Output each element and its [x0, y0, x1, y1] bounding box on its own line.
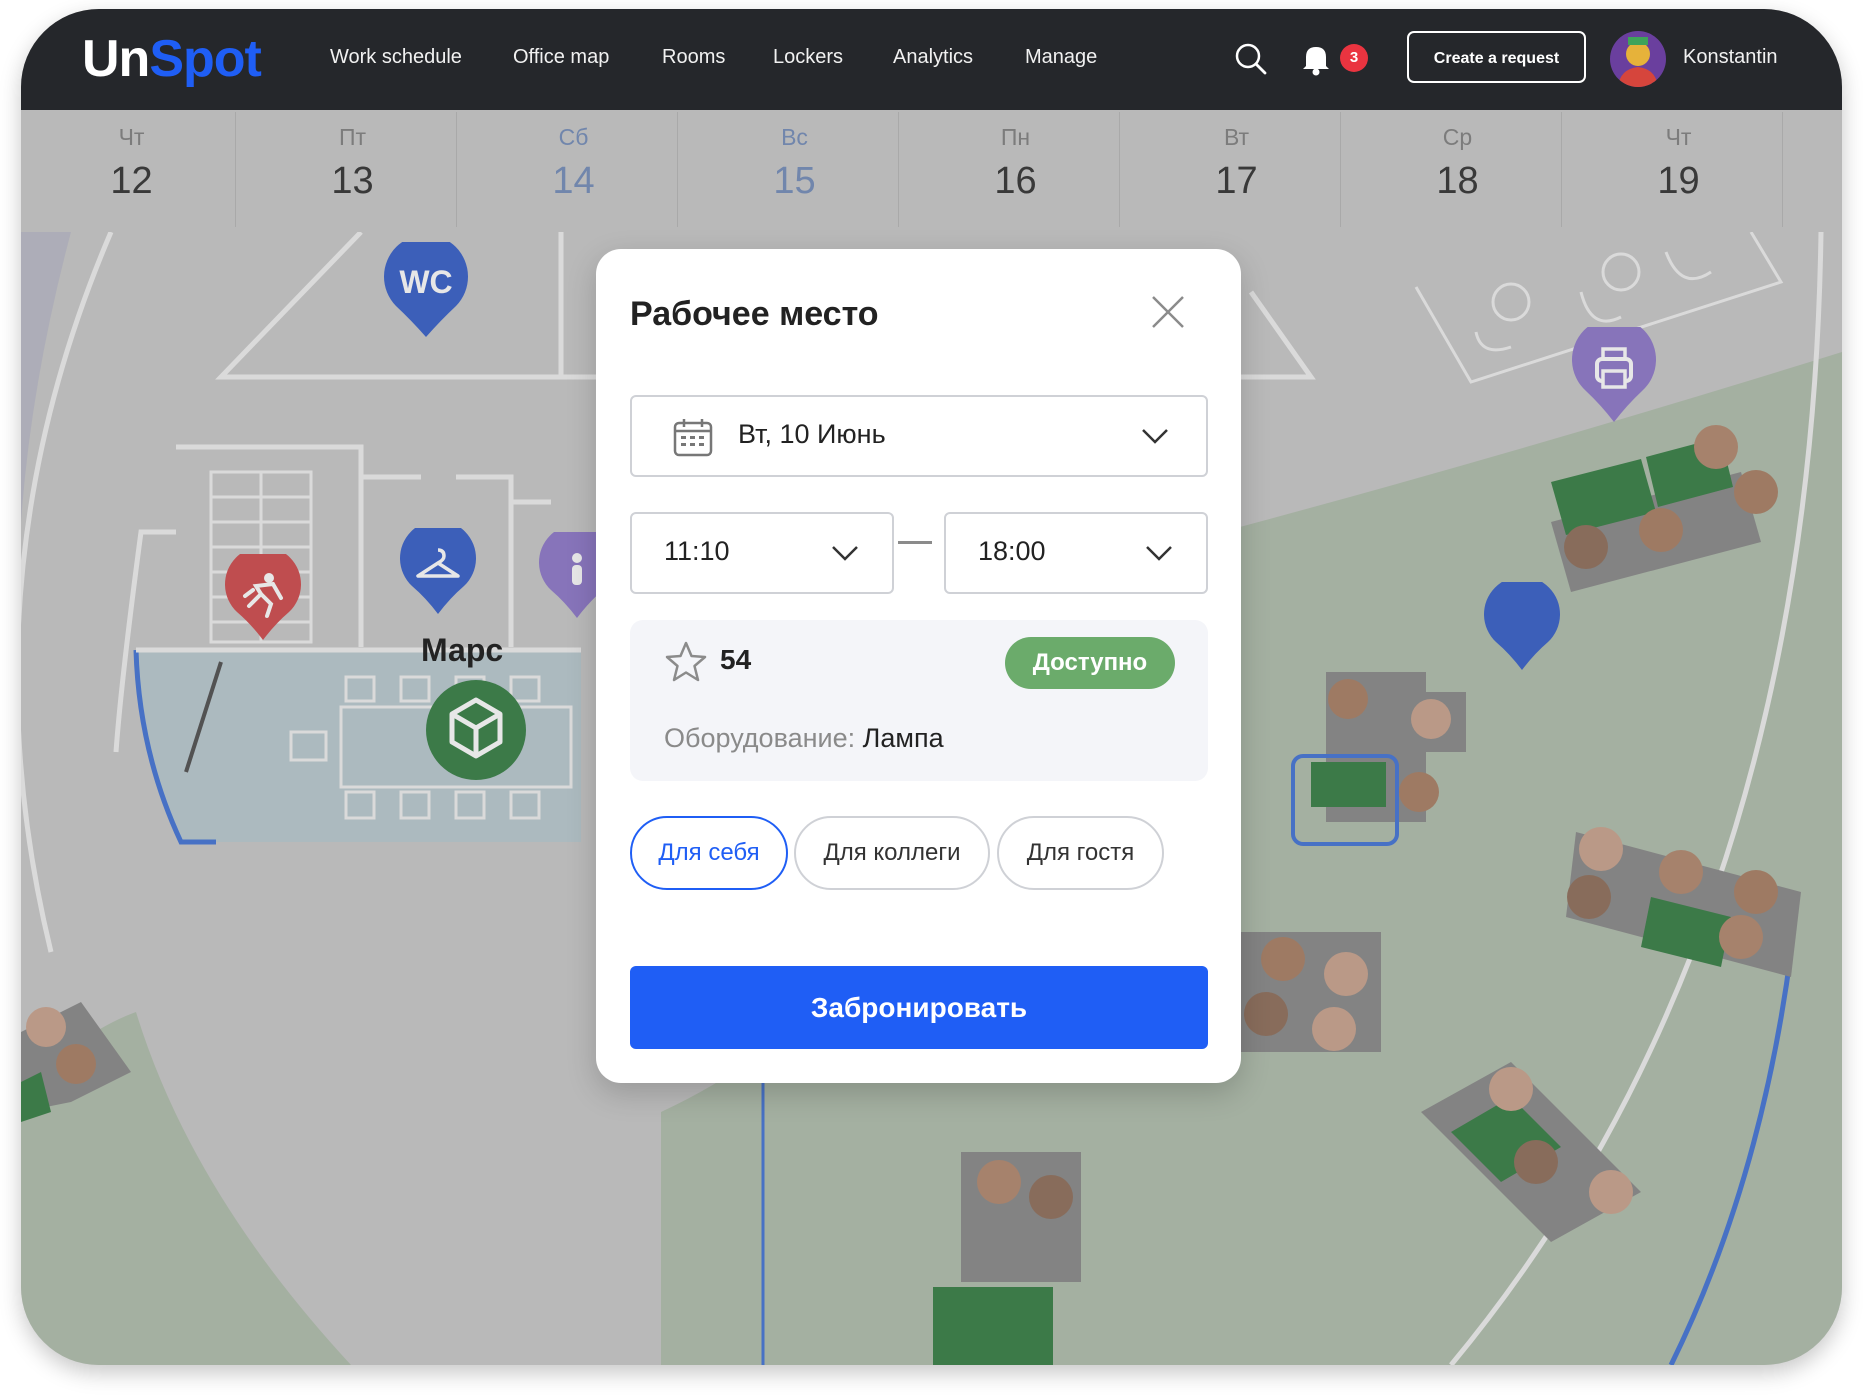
date-select[interactable]: Вт, 10 Июнь	[630, 395, 1208, 477]
date-number: 18	[1436, 160, 1479, 202]
date-divider	[898, 112, 899, 227]
date-item[interactable]: Вт 17	[1126, 110, 1347, 232]
date-weekday: Вс	[781, 124, 808, 150]
nav-office-map[interactable]: Office map	[513, 46, 609, 69]
wardrobe-pin-icon[interactable]	[398, 520, 478, 618]
modal-title: Рабочее место	[630, 295, 879, 333]
printer-pin-icon[interactable]	[1569, 317, 1659, 427]
bell-icon[interactable]	[1300, 42, 1332, 76]
book-button[interactable]: Забронировать	[630, 966, 1208, 1049]
date-number: 19	[1657, 160, 1700, 202]
seat-number: 54	[720, 644, 752, 675]
equipment-info: Оборудование: Лампа	[664, 723, 944, 754]
end-time-value: 18:00	[978, 536, 1046, 566]
search-icon[interactable]	[1234, 42, 1268, 76]
date-divider	[1782, 112, 1783, 227]
meeting-room-pin-icon[interactable]	[424, 678, 528, 782]
date-weekday: Вт	[1223, 124, 1250, 150]
app-window: UnSpot Work schedule Office map Rooms Lo…	[21, 9, 1842, 1365]
date-weekday: Ср	[1442, 124, 1473, 150]
desk-cluster[interactable]	[1241, 932, 1381, 1052]
date-number: 14	[552, 160, 595, 202]
close-icon[interactable]	[1151, 295, 1185, 329]
chevron-down-icon	[1144, 544, 1174, 562]
wc-label: WC	[399, 264, 453, 300]
chevron-down-icon	[830, 544, 860, 562]
date-value: Вт, 10 Июнь	[738, 419, 886, 449]
date-weekday: Чт	[1665, 124, 1692, 150]
date-weekday: Пт	[338, 124, 367, 150]
seat-info-card: 54 Доступно Оборудование: Лампа	[630, 620, 1208, 781]
create-request-button[interactable]: Create a request	[1407, 31, 1586, 83]
nav-analytics[interactable]: Analytics	[893, 46, 973, 69]
unspot-logo[interactable]: UnSpot	[82, 29, 262, 89]
date-divider	[1561, 112, 1562, 227]
date-item[interactable]: Вс 15	[684, 110, 905, 232]
start-time-select[interactable]: 11:10	[630, 512, 894, 594]
start-time-value: 11:10	[664, 536, 730, 566]
nav-lockers[interactable]: Lockers	[773, 46, 843, 69]
date-item[interactable]: Чт 12	[21, 110, 242, 232]
date-item[interactable]: Чт 19	[1568, 110, 1789, 232]
date-item[interactable]: Сб 14	[463, 110, 684, 232]
floor-zone	[21, 232, 71, 522]
notification-count-badge: 3	[1340, 44, 1368, 72]
restroom-pin-icon[interactable]	[537, 532, 597, 622]
date-weekday: Пн	[1000, 124, 1031, 150]
date-strip: Чт 12 Пт 13 Сб 14 Вс 15 Пн 16 Вт 17 Ср 18 Чт 19	[21, 110, 1842, 232]
nav-manage[interactable]: Manage	[1025, 46, 1097, 69]
date-divider	[1340, 112, 1341, 227]
date-item[interactable]: Ср 18	[1347, 110, 1568, 232]
date-item[interactable]: Пн 16	[905, 110, 1126, 232]
date-divider	[235, 112, 236, 227]
for-self-chip[interactable]: Для себя	[630, 816, 788, 890]
date-number: 13	[331, 160, 374, 202]
nav-rooms[interactable]: Rooms	[662, 46, 725, 69]
date-divider	[677, 112, 678, 227]
equipment-label: Оборудование:	[664, 723, 856, 753]
date-number: 12	[110, 160, 153, 202]
end-time-select[interactable]: 18:00	[944, 512, 1208, 594]
nav-work-schedule[interactable]: Work schedule	[330, 46, 462, 69]
top-navigation-bar: UnSpot Work schedule Office map Rooms Lo…	[21, 9, 1842, 110]
date-divider	[1119, 112, 1120, 227]
meeting-room-name: Марс	[421, 632, 504, 668]
date-number: 17	[1215, 160, 1258, 202]
date-number: 16	[994, 160, 1037, 202]
calendar-icon	[672, 416, 714, 458]
date-number: 15	[773, 160, 816, 202]
for-guest-chip[interactable]: Для гостя	[997, 816, 1164, 890]
wc-pin-icon[interactable]: WC	[381, 234, 471, 342]
user-name[interactable]: Konstantin	[1683, 46, 1778, 69]
chevron-down-icon	[1140, 427, 1170, 445]
workplace-booking-modal: Рабочее место Вт, 10 Июнь 11:10 18:00 54…	[596, 249, 1241, 1083]
equipment-value: Лампа	[862, 723, 944, 753]
date-weekday: Чт	[118, 124, 145, 150]
location-pin-icon[interactable]	[1482, 576, 1562, 674]
logo-part-un: Un	[82, 30, 150, 88]
star-icon[interactable]	[664, 640, 708, 684]
user-avatar[interactable]	[1610, 31, 1666, 87]
logo-part-spot: Spot	[149, 30, 262, 88]
for-colleague-chip[interactable]: Для коллеги	[794, 816, 990, 890]
date-weekday: Сб	[558, 124, 589, 150]
availability-badge: Доступно	[1005, 637, 1175, 689]
date-divider	[456, 112, 457, 227]
time-range-dash	[898, 541, 932, 544]
emergency-exit-pin-icon[interactable]	[223, 546, 303, 644]
date-item[interactable]: Пт 13	[242, 110, 463, 232]
